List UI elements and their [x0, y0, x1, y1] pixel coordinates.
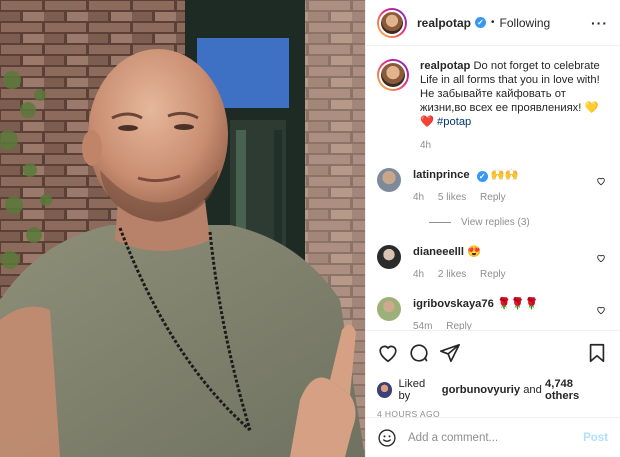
comment-item: dianeeelll 😍 4h 2 likes Reply [377, 245, 608, 282]
comment-text: 🙌🙌 [490, 169, 519, 181]
following-button[interactable]: Following [500, 16, 551, 30]
comment-likes[interactable]: 5 likes [438, 192, 466, 203]
caption-text-ru: Не забывайте кайфовать от жизни,во всех … [420, 88, 585, 114]
heart-icon[interactable] [596, 176, 606, 186]
post-comment-button[interactable]: Post [583, 432, 608, 444]
comment-username[interactable]: latinprince [413, 169, 470, 181]
save-bookmark-icon[interactable] [586, 342, 608, 364]
more-options-icon[interactable]: ··· [591, 15, 608, 31]
replies-divider [429, 222, 451, 223]
liked-by-count[interactable]: 4,748 others [545, 378, 608, 402]
comment-time[interactable]: 4h [413, 192, 424, 203]
comment-username[interactable]: igribovskaya76 [413, 298, 494, 310]
author-avatar[interactable] [377, 7, 407, 38]
post-header: realpotap ✓ • Following ··· [366, 0, 620, 46]
post-photo[interactable] [0, 0, 365, 457]
like-heart-icon[interactable] [377, 342, 399, 364]
liked-by: Liked by gorbunovyuriy and 4,748 others [377, 378, 608, 402]
caption-time[interactable]: 4h [420, 140, 431, 151]
comments-list[interactable]: realpotap Do not forget to celebrate Lif… [366, 47, 620, 330]
comment-time[interactable]: 4h [413, 269, 424, 280]
comment-avatar[interactable] [377, 245, 401, 269]
separator: • [491, 17, 495, 28]
comment-bubble-icon[interactable] [408, 342, 430, 364]
comment-username[interactable]: dianeeelll [413, 246, 464, 258]
caption: realpotap Do not forget to celebrate Lif… [377, 47, 608, 153]
verified-badge-icon: ✓ [476, 171, 488, 182]
comment-item: latinprince ✓ 🙌🙌 4h 5 likes Reply [377, 168, 608, 205]
caption-hashtag[interactable]: #potap [437, 116, 471, 128]
comment-item: igribovskaya76 🌹🌹🌹 54m Reply [377, 297, 608, 330]
liker-avatar[interactable] [377, 382, 393, 398]
comment-avatar[interactable] [377, 168, 401, 192]
comment-input[interactable]: Add a comment... [408, 432, 583, 444]
reply-button[interactable]: Reply [480, 269, 506, 280]
liked-by-middle: and [523, 384, 542, 396]
liked-by-prefix: Liked by [398, 378, 426, 402]
reply-button[interactable]: Reply [446, 321, 472, 330]
view-replies-button[interactable]: View replies (3) [429, 217, 608, 228]
post-actions: Liked by gorbunovyuriy and 4,748 others … [366, 330, 620, 419]
author-username[interactable]: realpotap [417, 16, 471, 30]
caption-avatar[interactable] [377, 59, 409, 91]
comment-time[interactable]: 54m [413, 321, 432, 330]
heart-icon[interactable] [596, 305, 606, 315]
view-replies-label: View replies (3) [461, 217, 530, 228]
comment-likes[interactable]: 2 likes [438, 269, 466, 280]
emoji-icon[interactable] [377, 428, 397, 448]
liked-by-user[interactable]: gorbunovyuriy [442, 384, 520, 396]
heart-icon[interactable] [596, 253, 606, 263]
share-send-icon[interactable] [439, 342, 461, 364]
add-comment-bar: Add a comment... Post [366, 417, 620, 457]
comment-text: 🌹🌹🌹 [496, 298, 539, 310]
post-image [0, 0, 365, 457]
post-panel: realpotap ✓ • Following ··· realpotap Do… [365, 0, 620, 457]
verified-badge-icon: ✓ [475, 17, 487, 28]
comment-text: 😍 [467, 246, 482, 258]
comment-avatar[interactable] [377, 297, 401, 321]
caption-username[interactable]: realpotap [420, 60, 470, 72]
reply-button[interactable]: Reply [480, 192, 506, 203]
